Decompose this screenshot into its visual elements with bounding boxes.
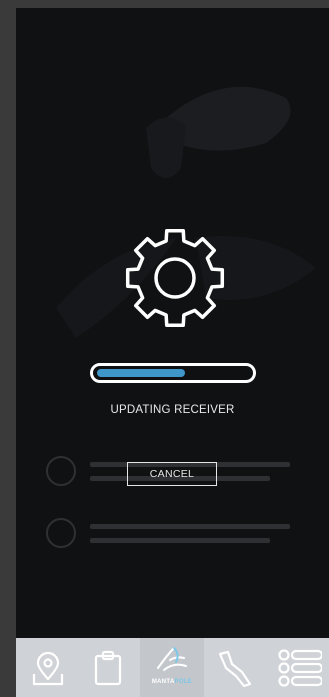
brand-name-right: POLE bbox=[174, 679, 193, 685]
device-frame: UPDATING RECEIVER CANCEL MANTAPOLE bbox=[0, 0, 329, 697]
clipboard-icon bbox=[94, 650, 122, 686]
tab-track[interactable] bbox=[204, 638, 266, 697]
progress-bar bbox=[90, 363, 256, 383]
background-row-icon bbox=[46, 518, 76, 548]
map-pin-icon bbox=[32, 652, 64, 686]
background-row-icon bbox=[46, 456, 76, 486]
app-screen: UPDATING RECEIVER CANCEL bbox=[16, 8, 329, 638]
tab-brand[interactable]: MANTAPOLE bbox=[140, 638, 204, 697]
background-list-row bbox=[46, 516, 306, 552]
brand-name-left: MANTA bbox=[151, 679, 175, 685]
bottom-tab-bar: MANTAPOLE bbox=[16, 638, 329, 697]
tab-map[interactable] bbox=[16, 638, 78, 697]
list-menu-icon bbox=[278, 649, 322, 687]
cancel-button[interactable]: CANCEL bbox=[127, 462, 217, 486]
status-text: UPDATING RECEIVER bbox=[110, 404, 235, 416]
tab-clipboard[interactable] bbox=[78, 638, 140, 697]
tab-menu[interactable] bbox=[266, 638, 329, 697]
background-row-line bbox=[90, 524, 290, 529]
track-icon bbox=[218, 650, 252, 688]
background-row-line bbox=[90, 538, 270, 543]
manta-logo-icon bbox=[157, 647, 187, 671]
progress-fill bbox=[97, 369, 185, 377]
gear-icon bbox=[125, 228, 225, 328]
brand-wordmark: MANTAPOLE bbox=[140, 679, 204, 685]
